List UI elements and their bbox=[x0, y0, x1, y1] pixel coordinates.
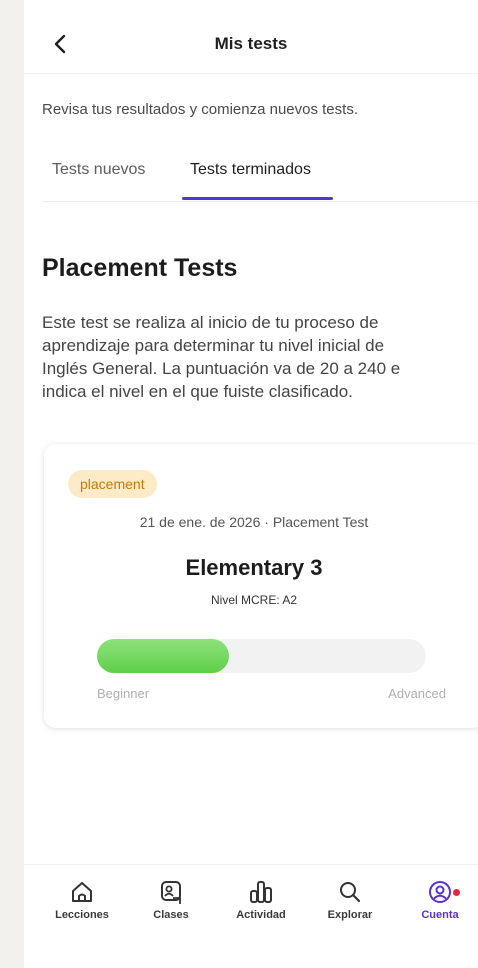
nav-item-cuenta[interactable]: Cuenta bbox=[400, 879, 478, 921]
section-title: Placement Tests bbox=[42, 254, 238, 282]
nav-item-clases[interactable]: Clases bbox=[131, 879, 211, 921]
cefr-level: Nivel MCRE: A2 bbox=[210, 593, 298, 607]
test-result-card[interactable]: placement 21 de ene. de 2026 · Placement… bbox=[44, 444, 478, 728]
account-icon bbox=[429, 881, 451, 903]
nav-label-lecciones: Lecciones bbox=[55, 909, 109, 921]
search-icon bbox=[340, 882, 361, 903]
page-subtitle: Revisa tus resultados y comienza nuevos … bbox=[42, 101, 358, 118]
nav-item-explorar[interactable]: Explorar bbox=[310, 879, 390, 921]
background-strip bbox=[0, 0, 24, 968]
classes-icon bbox=[161, 881, 181, 904]
nav-label-explorar: Explorar bbox=[327, 909, 373, 921]
scale-max-label: Advanced bbox=[388, 686, 446, 701]
tab-bar: Tests nuevos Tests terminados bbox=[42, 150, 478, 202]
test-type-badge: placement bbox=[68, 470, 157, 498]
app-screen: Mis tests Revisa tus resultados y comien… bbox=[24, 0, 478, 968]
nav-item-actividad[interactable]: Actividad bbox=[221, 879, 301, 921]
activity-icon bbox=[250, 881, 272, 903]
test-level: Elementary 3 bbox=[185, 555, 323, 580]
level-progress-fill bbox=[97, 639, 229, 673]
tab-new-tests[interactable]: Tests nuevos bbox=[52, 161, 145, 179]
active-tab-indicator bbox=[182, 197, 333, 200]
section-description: Este test se realiza al inicio de tu pro… bbox=[42, 313, 401, 401]
nav-item-lecciones[interactable]: Lecciones bbox=[42, 879, 122, 921]
home-icon bbox=[72, 882, 92, 902]
tab-finished-tests[interactable]: Tests terminados bbox=[190, 161, 311, 179]
notification-dot bbox=[453, 889, 460, 896]
top-bar: Mis tests bbox=[24, 0, 478, 74]
nav-label-actividad: Actividad bbox=[236, 909, 286, 921]
scale-min-label: Beginner bbox=[97, 686, 150, 701]
nav-label-clases: Clases bbox=[153, 909, 189, 921]
bottom-navigation: Lecciones Clases Actividad Explorar Cuen… bbox=[24, 864, 478, 968]
test-date-meta: 21 de ene. de 2026 · Placement Test bbox=[139, 514, 369, 530]
level-progress-track bbox=[97, 639, 426, 673]
nav-label-cuenta: Cuenta bbox=[421, 909, 459, 921]
page-title: Mis tests bbox=[214, 34, 288, 53]
